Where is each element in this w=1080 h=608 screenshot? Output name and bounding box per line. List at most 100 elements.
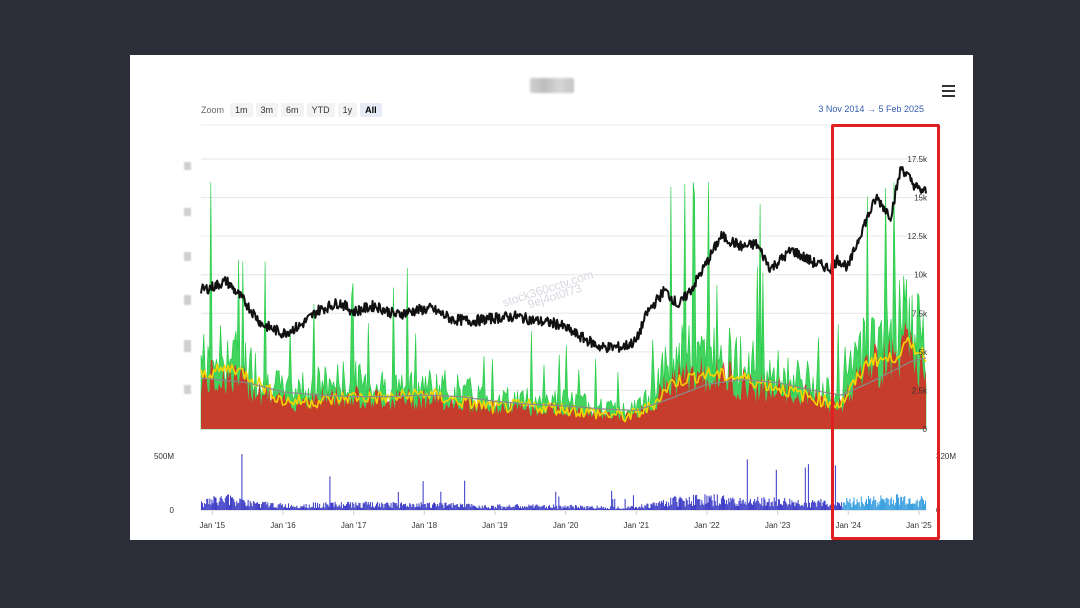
volume-bar	[439, 502, 441, 510]
volume-bar	[703, 505, 705, 510]
volume-bar	[405, 503, 407, 510]
volume-bar	[417, 506, 419, 510]
volume-bar	[325, 502, 327, 510]
volume-bar	[328, 506, 330, 510]
volume-bar	[415, 506, 417, 510]
volume-bar	[442, 504, 444, 510]
y-tick-label: 15k	[914, 194, 928, 203]
volume-bar	[280, 505, 282, 510]
volume-bar	[788, 504, 790, 510]
volume-bar	[875, 500, 877, 510]
volume-bar	[673, 497, 675, 510]
volume-bar	[735, 506, 737, 510]
volume-left-tick-label: 0	[170, 506, 175, 515]
volume-bar	[751, 503, 753, 510]
volume-bar	[763, 497, 765, 510]
volume-bar	[305, 503, 307, 510]
volume-bar	[676, 502, 678, 510]
volume-bar	[331, 502, 333, 510]
volume-bar	[678, 498, 680, 510]
volume-bar	[616, 508, 618, 510]
volume-bar	[919, 499, 921, 510]
volume-bar	[759, 503, 761, 510]
volume-bar	[519, 507, 521, 510]
volume-bar	[840, 505, 842, 510]
volume-bar	[288, 503, 290, 510]
volume-bar	[418, 503, 420, 510]
volume-bar	[720, 498, 722, 510]
y-tick-label: 10k	[914, 271, 928, 280]
volume-bar	[749, 498, 751, 510]
volume-bar	[716, 494, 718, 510]
volume-bar	[284, 504, 286, 510]
volume-bar	[428, 502, 430, 510]
volume-bar	[653, 502, 655, 510]
volume-bar	[494, 508, 496, 510]
volume-bar	[608, 509, 610, 510]
volume-bar	[818, 500, 820, 510]
volume-bar	[213, 496, 215, 510]
volume-bar	[611, 490, 613, 510]
volume-bar	[646, 503, 648, 510]
volume-bar	[737, 506, 739, 510]
volume-bar	[504, 506, 506, 510]
volume-bar	[244, 502, 246, 510]
volume-bar	[897, 494, 899, 510]
volume-bar	[726, 500, 728, 510]
volume-bar	[424, 504, 426, 510]
volume-bar	[708, 495, 710, 510]
volume-bar	[255, 503, 257, 510]
volume-bar	[348, 501, 350, 510]
volume-bar	[338, 504, 340, 510]
volume-bar	[368, 504, 370, 510]
volume-bar	[702, 503, 704, 510]
volume-bar	[596, 505, 598, 510]
volume-bar	[809, 502, 811, 510]
volume-bar	[783, 501, 785, 510]
volume-bar	[638, 507, 640, 510]
volume-bar	[625, 508, 627, 510]
volume-bar	[849, 498, 851, 510]
volume-bar	[333, 506, 335, 510]
volume-bar	[326, 504, 328, 510]
volume-bar	[524, 506, 526, 510]
volume-bar	[619, 508, 621, 510]
x-tick-label: Jan '15	[200, 521, 226, 530]
volume-bar	[357, 506, 359, 510]
volume-bar	[509, 506, 511, 510]
volume-bar	[270, 503, 272, 510]
volume-bar	[347, 502, 349, 510]
volume-bar	[227, 494, 229, 510]
volume-bar	[222, 501, 224, 510]
volume-bar	[814, 501, 816, 510]
volume-bar	[314, 502, 316, 510]
volume-bar	[911, 504, 913, 510]
volume-bar	[670, 497, 672, 510]
volume-bar	[559, 505, 561, 510]
volume-bar	[457, 506, 459, 510]
volume-bar	[517, 505, 519, 510]
volume-bar	[224, 497, 226, 510]
volume-bar	[429, 507, 431, 510]
volume-bar	[876, 506, 878, 510]
volume-bar	[356, 504, 358, 510]
volume-bar	[661, 502, 663, 510]
volume-bar	[218, 501, 220, 510]
volume-bar	[852, 501, 854, 510]
volume-bar	[513, 507, 515, 510]
volume-bar	[655, 503, 657, 510]
volume-bar	[893, 505, 895, 510]
volume-bar	[332, 502, 334, 510]
volume-bar	[471, 504, 473, 510]
volume-bar	[395, 503, 397, 510]
volume-bar	[327, 504, 329, 510]
volume-bar	[825, 504, 827, 510]
volume-bar	[459, 503, 461, 510]
volume-bar	[503, 507, 505, 510]
volume-bar	[569, 505, 571, 510]
volume-bar	[546, 508, 548, 510]
volume-bar	[449, 504, 451, 510]
volume-bar	[916, 499, 918, 510]
volume-bar	[824, 500, 826, 510]
volume-bar	[552, 507, 554, 510]
